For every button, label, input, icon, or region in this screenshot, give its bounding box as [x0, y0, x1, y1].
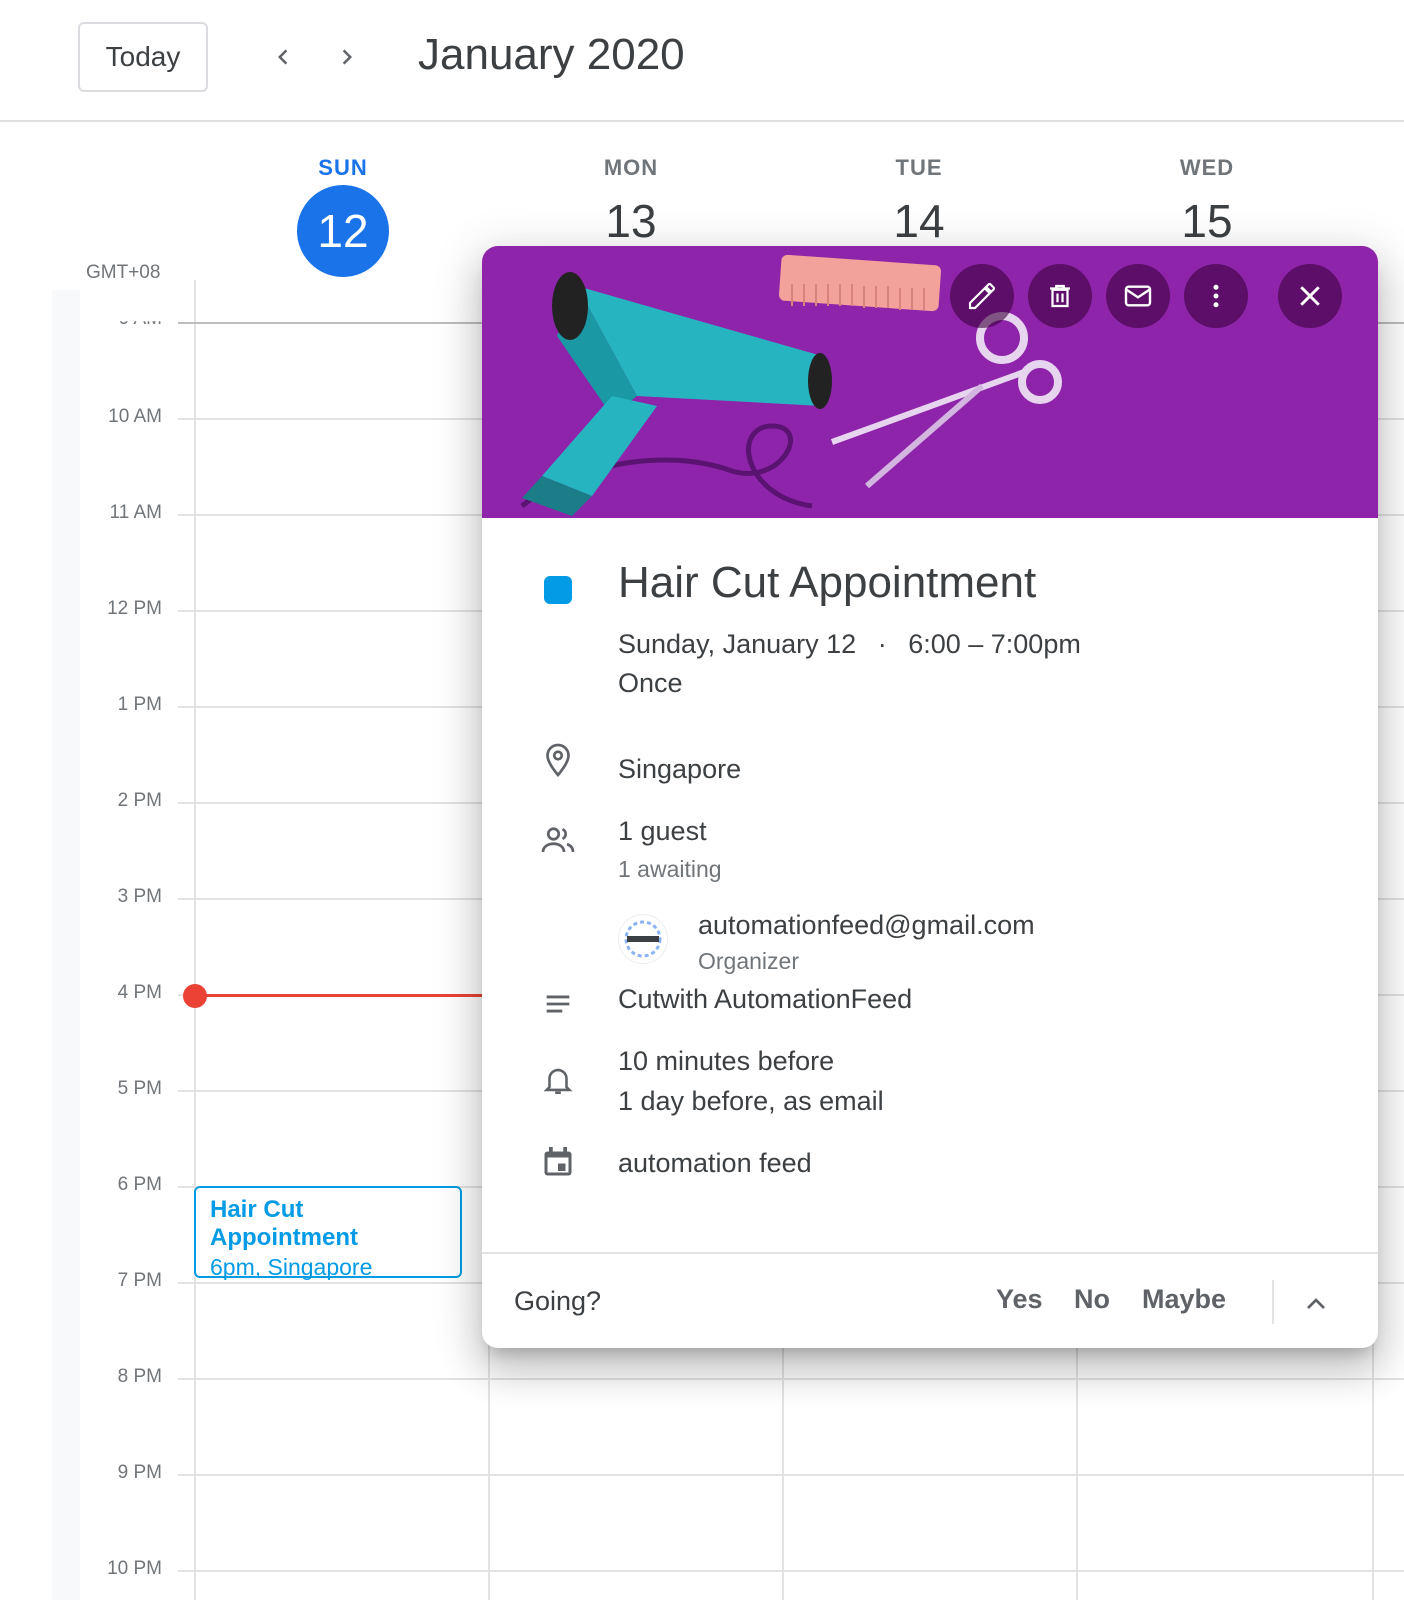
- organizer-avatar: [618, 914, 668, 964]
- delete-event-button[interactable]: [1028, 264, 1092, 328]
- day-header-tue[interactable]: TUE 14: [819, 155, 1019, 253]
- more-vert-icon: [1213, 284, 1219, 308]
- hour-label: 12 PM: [107, 598, 162, 619]
- event-recurrence: Once: [618, 668, 683, 698]
- expand-rsvp-button[interactable]: [1296, 1284, 1336, 1324]
- close-popup-button[interactable]: [1278, 264, 1342, 328]
- hour-label: 9 PM: [117, 1462, 162, 1483]
- mail-icon: [1124, 285, 1152, 307]
- chevron-left-icon: [278, 49, 288, 65]
- hour-line: [178, 1474, 1404, 1476]
- rsvp-yes-button[interactable]: Yes: [996, 1284, 1043, 1315]
- description-icon: [538, 984, 578, 1024]
- hour-label: 9 AM: [118, 308, 162, 329]
- column-divider: [194, 280, 196, 1600]
- event-chip-title: Hair Cut Appointment: [210, 1196, 358, 1251]
- pencil-icon: [968, 282, 996, 310]
- bell-icon: [538, 1060, 578, 1100]
- event-time: 6:00 – 7:00pm: [908, 629, 1081, 659]
- hour-label: 5 PM: [117, 1078, 162, 1099]
- hour-label: 2 PM: [117, 790, 162, 811]
- chevron-up-icon: [1307, 1298, 1325, 1309]
- more-options-button[interactable]: [1184, 264, 1248, 328]
- datetime-separator: ·: [877, 629, 887, 659]
- calendar-icon: [538, 1142, 578, 1182]
- rsvp-prompt: Going?: [514, 1286, 602, 1316]
- event-date: Sunday, January 12: [618, 629, 857, 659]
- organizer-email[interactable]: automationfeed@gmail.com: [698, 910, 1035, 941]
- guests-status: 1 awaiting: [618, 856, 722, 882]
- event-chip[interactable]: Hair Cut Appointment 6pm, Singapore: [194, 1186, 462, 1280]
- chevron-right-icon: [342, 49, 352, 65]
- day-number[interactable]: 12: [297, 185, 389, 277]
- location-icon: [538, 740, 578, 780]
- day-header-mon[interactable]: MON 13: [531, 155, 731, 253]
- event-location[interactable]: Singapore: [618, 754, 741, 785]
- today-button[interactable]: Today: [78, 22, 208, 92]
- event-details-popup: Hair Cut Appointment Sunday, January 12 …: [482, 246, 1378, 1348]
- hour-label: 4 PM: [117, 982, 162, 1003]
- guests-icon: [538, 820, 578, 860]
- month-title: January 2020: [418, 30, 685, 79]
- hour-line: [178, 1570, 1404, 1572]
- trash-icon: [1050, 284, 1070, 308]
- hour-label: 10 PM: [107, 1558, 162, 1579]
- hour-line: [178, 1378, 1404, 1380]
- organizer-role: Organizer: [698, 948, 799, 974]
- day-header-wed[interactable]: WED 15: [1107, 155, 1307, 253]
- day-name: TUE: [895, 155, 943, 180]
- rsvp-footer: Going? Yes No Maybe: [482, 1252, 1378, 1348]
- hour-label: 1 PM: [117, 694, 162, 715]
- event-color-swatch: [544, 576, 572, 604]
- reminder-2: 1 day before, as email: [618, 1086, 884, 1116]
- rsvp-maybe-button[interactable]: Maybe: [1142, 1284, 1226, 1315]
- event-banner-image: [482, 246, 1378, 518]
- day-name: WED: [1179, 155, 1235, 180]
- hour-label: 7 PM: [117, 1270, 162, 1291]
- rsvp-no-button[interactable]: No: [1074, 1284, 1110, 1315]
- hour-label: 3 PM: [117, 886, 162, 907]
- current-time-dot: [183, 984, 207, 1008]
- email-guests-button[interactable]: [1106, 264, 1170, 328]
- reminder-1: 10 minutes before: [618, 1046, 835, 1076]
- event-chip-subtitle: 6pm, Singapore: [210, 1254, 373, 1280]
- event-title: Hair Cut Appointment: [618, 558, 1037, 607]
- hour-label: 6 PM: [117, 1174, 162, 1195]
- day-name: SUN: [318, 155, 368, 180]
- next-week-button[interactable]: [322, 32, 372, 82]
- guests-count: 1 guest: [618, 816, 707, 846]
- close-icon: [1300, 286, 1320, 306]
- hour-label: 8 PM: [117, 1366, 162, 1387]
- edit-event-button[interactable]: [950, 264, 1014, 328]
- day-number[interactable]: 14: [819, 189, 1019, 253]
- day-number[interactable]: 13: [531, 189, 731, 253]
- calendar-name: automation feed: [618, 1148, 812, 1178]
- day-header-sun[interactable]: SUN 12: [243, 155, 443, 277]
- hour-label: 10 AM: [108, 406, 162, 427]
- calendar-header: Today January 2020: [0, 0, 1404, 122]
- day-name: MON: [603, 155, 659, 180]
- day-number[interactable]: 15: [1107, 189, 1307, 253]
- event-datetime: Sunday, January 12 · 6:00 – 7:00pm: [618, 629, 1081, 660]
- current-time-line: [194, 994, 484, 997]
- hour-label: 11 AM: [109, 502, 162, 523]
- footer-divider: [1272, 1280, 1274, 1324]
- event-description: Cutwith AutomationFeed: [618, 984, 913, 1014]
- previous-week-button[interactable]: [258, 32, 308, 82]
